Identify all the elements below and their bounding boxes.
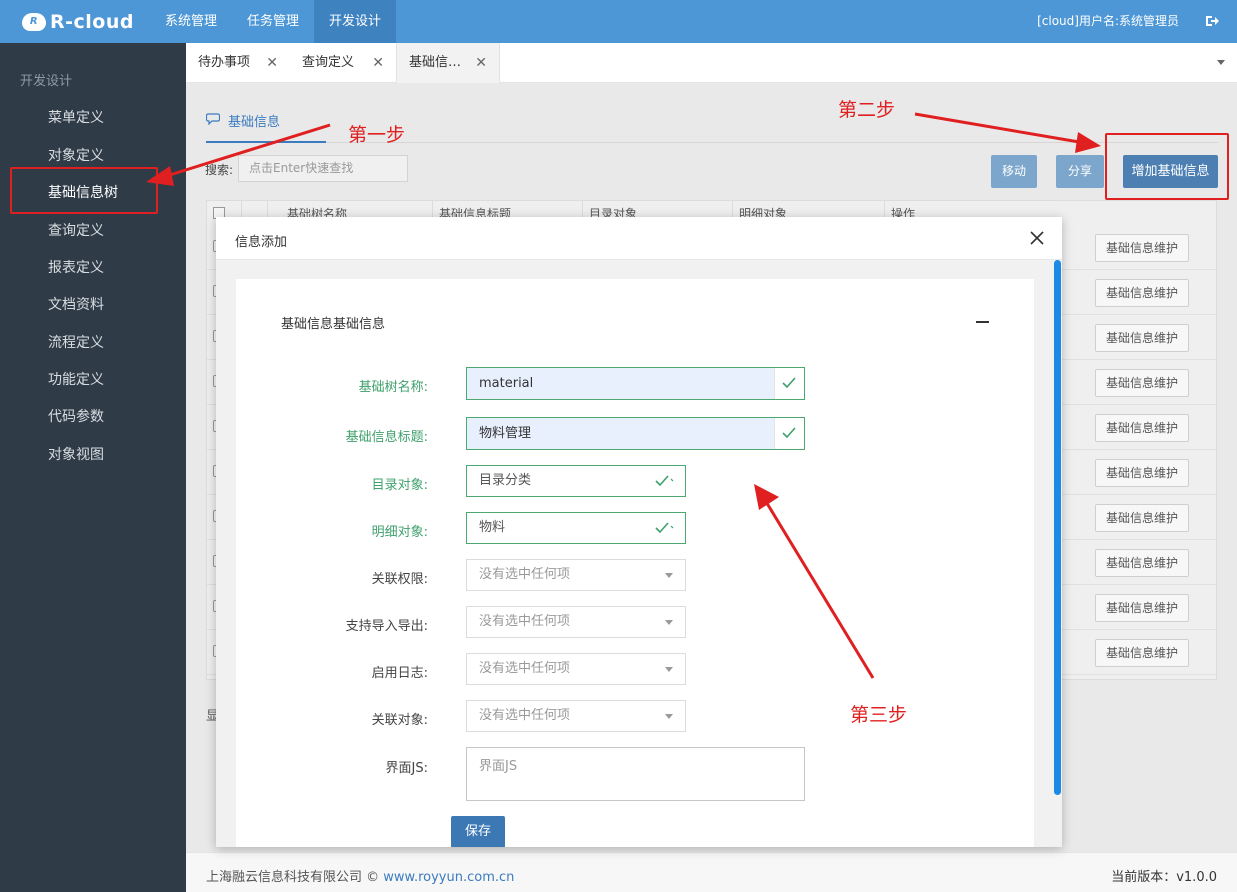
basic-info-maintain-button[interactable]: 基础信息维护: [1095, 594, 1189, 622]
detail-object-select[interactable]: 物料: [466, 512, 686, 544]
collapse-icon[interactable]: [976, 321, 989, 323]
step3-annotation: 第三步: [850, 704, 908, 726]
sidebar-item-report-definition[interactable]: 报表定义: [48, 257, 104, 277]
tree-name-label: 基础树名称:: [358, 380, 428, 395]
logout-icon[interactable]: [1205, 14, 1219, 28]
basic-info-maintain-button[interactable]: 基础信息维护: [1095, 549, 1189, 577]
basic-info-maintain-button[interactable]: 基础信息维护: [1095, 279, 1189, 307]
basic-info-maintain-button[interactable]: 基础信息维护: [1095, 414, 1189, 442]
catalog-object-label: 目录对象:: [371, 478, 428, 493]
check-caret-icon: [655, 475, 674, 487]
form-panel: 基础信息基础信息 基础树名称: material 基础信息标题: 物料管理 目录…: [236, 279, 1034, 847]
catalog-object-select[interactable]: 目录分类: [466, 465, 686, 497]
sidebar-item-object-view[interactable]: 对象视图: [48, 444, 104, 464]
sidebar-item-function-definition[interactable]: 功能定义: [48, 369, 104, 389]
sidebar-item-query-definition[interactable]: 查询定义: [48, 220, 104, 240]
close-icon[interactable]: ✕: [266, 43, 278, 83]
close-icon[interactable]: ✕: [475, 43, 487, 83]
enable-log-label: 启用日志:: [371, 666, 428, 681]
basic-info-maintain-button[interactable]: 基础信息维护: [1095, 504, 1189, 532]
basic-info-maintain-button[interactable]: 基础信息维护: [1095, 639, 1189, 667]
move-button[interactable]: 移动: [991, 155, 1037, 188]
step1-annotation: 第一步: [348, 124, 406, 146]
topnav-dev-design[interactable]: 开发设计: [314, 0, 397, 43]
search-label: 搜索:: [205, 163, 234, 177]
check-caret-icon: [655, 522, 674, 534]
import-export-label: 支持导入导出:: [345, 619, 428, 634]
check-icon: [782, 377, 796, 389]
step1-highlight-box: [10, 167, 158, 214]
sidebar-section-title: 开发设计: [20, 74, 73, 89]
ui-js-textarea[interactable]: 界面JS: [466, 747, 805, 801]
modal-title: 信息添加: [235, 235, 288, 250]
modal-body: 基础信息基础信息 基础树名称: material 基础信息标题: 物料管理 目录…: [216, 260, 1062, 847]
panel-title: 基础信息基础信息: [281, 317, 386, 332]
save-button[interactable]: 保存: [451, 816, 505, 847]
topnav-task-management[interactable]: 任务管理: [232, 0, 314, 43]
tab-basic-info[interactable]: 基础信… ✕: [396, 43, 500, 83]
sidebar-item-code-parameters[interactable]: 代码参数: [48, 406, 104, 426]
tab-strip: 待办事项 ✕ 查询定义 ✕ 基础信… ✕: [186, 43, 1237, 83]
import-export-select[interactable]: 没有选中任何项: [466, 606, 686, 638]
chevron-down-icon: [665, 620, 673, 625]
active-tab-underline: [206, 141, 326, 143]
ui-js-label: 界面JS:: [385, 761, 428, 776]
scrollbar-thumb[interactable]: [1054, 260, 1061, 795]
sidebar-item-documents[interactable]: 文档资料: [48, 294, 104, 314]
app-logo[interactable]: R R-cloud: [0, 0, 150, 43]
enable-log-select[interactable]: 没有选中任何项: [466, 653, 686, 685]
step2-highlight-box: [1105, 133, 1229, 200]
sidebar-item-menu-definition[interactable]: 菜单定义: [48, 107, 104, 127]
copyright: 上海融云信息科技有限公司 © www.royyun.com.cn: [206, 870, 515, 885]
check-icon: [782, 427, 796, 439]
detail-object-label: 明细对象:: [371, 525, 428, 540]
close-icon[interactable]: ✕: [372, 43, 384, 83]
chevron-down-icon: [665, 714, 673, 719]
info-add-modal: 信息添加 基础信息基础信息 基础树名称: material 基础信息标题: 物料…: [216, 217, 1062, 847]
user-info: [cloud]用户名:系统管理员: [1037, 14, 1179, 28]
chevron-down-icon: [665, 667, 673, 672]
basic-info-maintain-button[interactable]: 基础信息维护: [1095, 234, 1189, 262]
sidebar-item-workflow-definition[interactable]: 流程定义: [48, 332, 104, 352]
info-title-label: 基础信息标题:: [345, 430, 428, 445]
top-navbar: R R-cloud 系统管理 任务管理 开发设计 [cloud]用户名:系统管理…: [0, 0, 1237, 43]
modal-header: 信息添加: [216, 217, 1062, 260]
basic-info-maintain-button[interactable]: 基础信息维护: [1095, 324, 1189, 352]
version-text: 当前版本：v1.0.0: [1111, 870, 1217, 885]
chevron-down-icon[interactable]: [1217, 60, 1225, 65]
share-button[interactable]: 分享: [1056, 155, 1104, 188]
related-object-label: 关联对象:: [371, 713, 428, 728]
basic-info-maintain-button[interactable]: 基础信息维护: [1095, 459, 1189, 487]
related-permission-select[interactable]: 没有选中任何项: [466, 559, 686, 591]
tab-todo[interactable]: 待办事项 ✕: [186, 43, 290, 83]
company-link[interactable]: www.royyun.com.cn: [383, 870, 514, 885]
tab-query-definition[interactable]: 查询定义 ✕: [290, 43, 396, 83]
search-input[interactable]: 点击Enter快速查找: [238, 155, 408, 182]
info-title-input[interactable]: 物料管理: [466, 417, 805, 450]
related-permission-label: 关联权限:: [371, 572, 428, 587]
chevron-down-icon: [665, 573, 673, 578]
cloud-logo-icon: R: [22, 12, 46, 31]
step2-annotation: 第二步: [838, 99, 896, 121]
close-icon[interactable]: [1030, 231, 1044, 245]
inner-tab-basic-info[interactable]: 基础信息: [206, 111, 280, 141]
basic-info-maintain-button[interactable]: 基础信息维护: [1095, 369, 1189, 397]
top-nav: 系统管理 任务管理 开发设计: [150, 0, 397, 43]
logo-text: R-cloud: [50, 10, 134, 33]
topnav-system-management[interactable]: 系统管理: [150, 0, 232, 43]
comment-icon: [206, 113, 220, 125]
related-object-select[interactable]: 没有选中任何项: [466, 700, 686, 732]
tree-name-input[interactable]: material: [466, 367, 805, 400]
sidebar-item-object-definition[interactable]: 对象定义: [48, 145, 104, 165]
page-footer: 上海融云信息科技有限公司 © www.royyun.com.cn 当前版本：v1…: [186, 852, 1237, 892]
